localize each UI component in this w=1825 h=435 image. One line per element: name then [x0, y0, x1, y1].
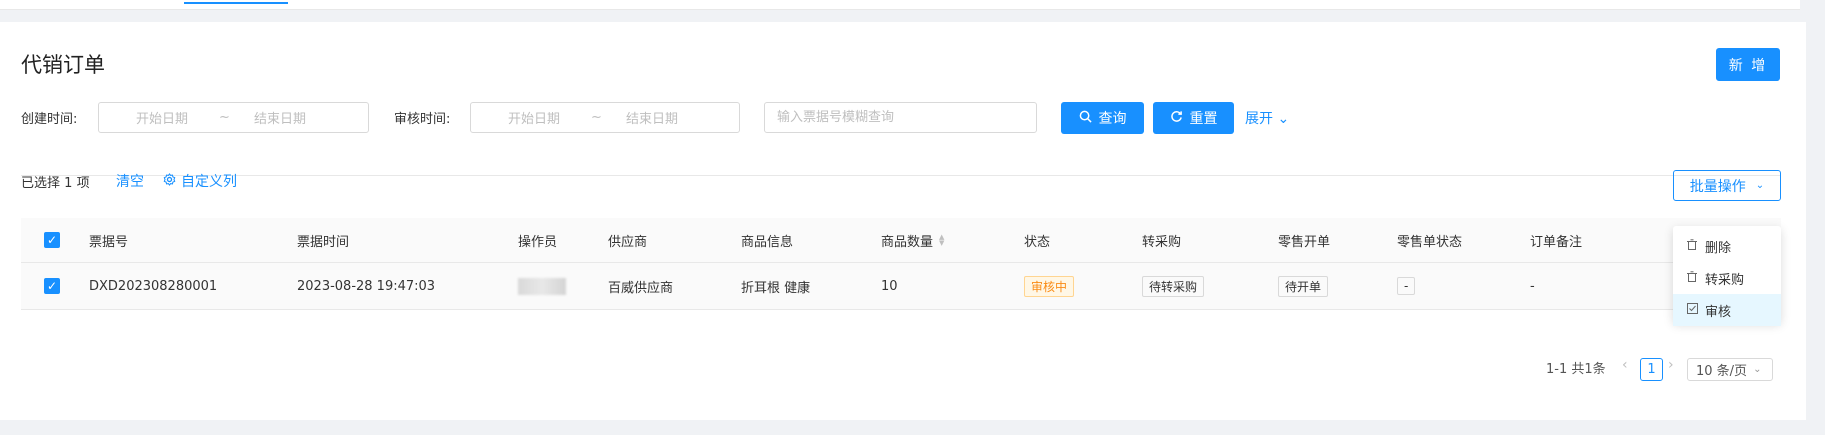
col-retail-order: 零售开单 — [1278, 234, 1331, 250]
cell-bill-no: DXD202308280001 — [89, 278, 218, 294]
audit-start-placeholder: 开始日期 — [508, 112, 561, 127]
cell-bill-time: 2023-08-28 19:47:03 — [297, 278, 436, 294]
create-end-placeholder: 结束日期 — [254, 112, 307, 127]
pagination-total: 1-1 共1条 — [1546, 362, 1606, 377]
chevron-right-icon[interactable]: › — [1668, 357, 1674, 373]
gear-icon — [163, 172, 176, 190]
filter-divider — [21, 175, 1781, 176]
trash-icon — [1687, 239, 1705, 253]
audit-end-placeholder: 结束日期 — [626, 112, 679, 127]
col-status: 状态 — [1024, 234, 1051, 250]
create-time-label: 创建时间: — [21, 112, 78, 127]
top-tab-bar — [0, 0, 1800, 10]
query-button[interactable]: 查询 — [1061, 102, 1144, 134]
batch-operation-select[interactable]: 批量操作 ⌄ — [1673, 170, 1781, 201]
clear-selection-link[interactable]: 清空 — [116, 171, 144, 191]
search-icon — [1079, 110, 1092, 127]
scroll-rail — [1812, 0, 1825, 435]
chevron-left-icon[interactable]: ‹ — [1622, 357, 1628, 373]
cell-order-remark: - — [1530, 278, 1535, 294]
select-all-checkbox[interactable]: ✓ — [44, 218, 60, 262]
page-number-current[interactable]: 1 — [1640, 358, 1663, 381]
col-quantity[interactable]: 商品数量 ▲ ▼ — [881, 218, 944, 262]
custom-columns-link[interactable]: 自定义列 — [163, 171, 237, 191]
col-bill-no: 票据号 — [89, 234, 129, 250]
check-icon: ✓ — [44, 232, 60, 248]
check-square-icon — [1687, 303, 1705, 317]
reset-label: 重置 — [1189, 111, 1218, 127]
col-bill-time: 票据时间 — [297, 234, 350, 250]
page-size-select[interactable]: 10 条/页 ⌄ — [1687, 358, 1773, 381]
reset-button[interactable]: 重置 — [1153, 102, 1234, 134]
chevron-down-icon: ⌄ — [1753, 364, 1762, 375]
custom-columns-label: 自定义列 — [181, 174, 237, 190]
create-time-range[interactable]: 开始日期 ~ 结束日期 — [98, 102, 369, 133]
expand-link[interactable]: 展开 ⌄ — [1245, 108, 1289, 128]
expand-label: 展开 — [1245, 111, 1273, 127]
selected-prefix: 已选择 — [21, 176, 61, 191]
orders-table: ✓ 票据号 票据时间 操作员 供应商 商品信息 商品数量 ▲ ▼ 状态 转采购 零… — [21, 218, 1781, 310]
cell-goods-info: 折耳根 健康 — [741, 280, 811, 296]
batch-operation-label: 批量操作 — [1689, 178, 1746, 195]
batch-operation-menu: 删除 转采购 审核 — [1673, 226, 1781, 326]
menu-item-audit[interactable]: 审核 — [1673, 294, 1781, 326]
menu-item-delete-label: 删除 — [1705, 240, 1732, 256]
col-order-remark: 订单备注 — [1530, 234, 1583, 250]
cell-quantity: 10 — [881, 278, 898, 294]
cell-supplier: 百威供应商 — [608, 280, 674, 296]
col-goods-info: 商品信息 — [741, 234, 794, 250]
menu-item-audit-label: 审核 — [1705, 304, 1732, 320]
selected-suffix: 项 — [76, 176, 90, 191]
col-retail-status: 零售单状态 — [1397, 234, 1463, 250]
new-button[interactable]: 新 增 — [1716, 48, 1780, 81]
col-quantity-label: 商品数量 — [881, 234, 934, 250]
selection-summary: 已选择 1 项 — [21, 172, 90, 191]
trash-icon — [1687, 271, 1705, 285]
menu-item-transfer-purchase[interactable]: 转采购 — [1673, 262, 1781, 294]
chevron-down-icon: ⌄ — [1755, 180, 1765, 191]
audit-time-label: 审核时间: — [394, 112, 451, 127]
range-separator: ~ — [219, 110, 230, 125]
col-operator: 操作员 — [518, 234, 558, 250]
table-row[interactable]: ✓ DXD202308280001 2023-08-28 19:47:03 百威… — [21, 263, 1781, 310]
create-start-placeholder: 开始日期 — [136, 112, 189, 127]
audit-time-range[interactable]: 开始日期 ~ 结束日期 — [470, 102, 740, 133]
main-card: 代销订单 新 增 创建时间: 开始日期 ~ 结束日期 审核时间: 开始日期 ~ … — [0, 22, 1806, 420]
page-title: 代销订单 — [21, 53, 105, 77]
menu-item-delete[interactable]: 删除 — [1673, 230, 1781, 262]
sort-icon: ▲ ▼ — [939, 233, 945, 247]
range-separator: ~ — [591, 110, 602, 125]
page-size-label: 10 条/页 — [1696, 364, 1748, 379]
retail-status-badge: - — [1397, 277, 1416, 295]
retail-order-badge: 待开单 — [1278, 275, 1329, 297]
table-header: ✓ 票据号 票据时间 操作员 供应商 商品信息 商品数量 ▲ ▼ 状态 转采购 零… — [21, 218, 1781, 263]
refresh-icon — [1170, 110, 1183, 127]
row-checkbox[interactable]: ✓ — [44, 263, 60, 309]
active-tab-indicator — [184, 2, 288, 4]
col-transfer-purchase: 转采购 — [1142, 234, 1182, 250]
cell-transfer-purchase: 待转采购 — [1142, 263, 1205, 309]
status-badge: 审核中 — [1024, 275, 1075, 297]
cell-retail-order: 待开单 — [1278, 263, 1329, 309]
menu-item-transfer-purchase-label: 转采购 — [1705, 272, 1745, 288]
bill-search-input[interactable] — [764, 102, 1037, 133]
cell-retail-status: - — [1397, 263, 1416, 309]
redacted-operator — [518, 277, 566, 295]
check-icon: ✓ — [44, 278, 60, 294]
col-supplier: 供应商 — [608, 234, 648, 250]
query-label: 查询 — [1098, 111, 1127, 127]
selected-count: 1 — [64, 176, 73, 191]
chevron-down-icon: ⌄ — [1277, 111, 1290, 127]
cell-status: 审核中 — [1024, 263, 1075, 309]
transfer-purchase-badge: 待转采购 — [1142, 275, 1205, 297]
cell-operator — [518, 263, 566, 309]
